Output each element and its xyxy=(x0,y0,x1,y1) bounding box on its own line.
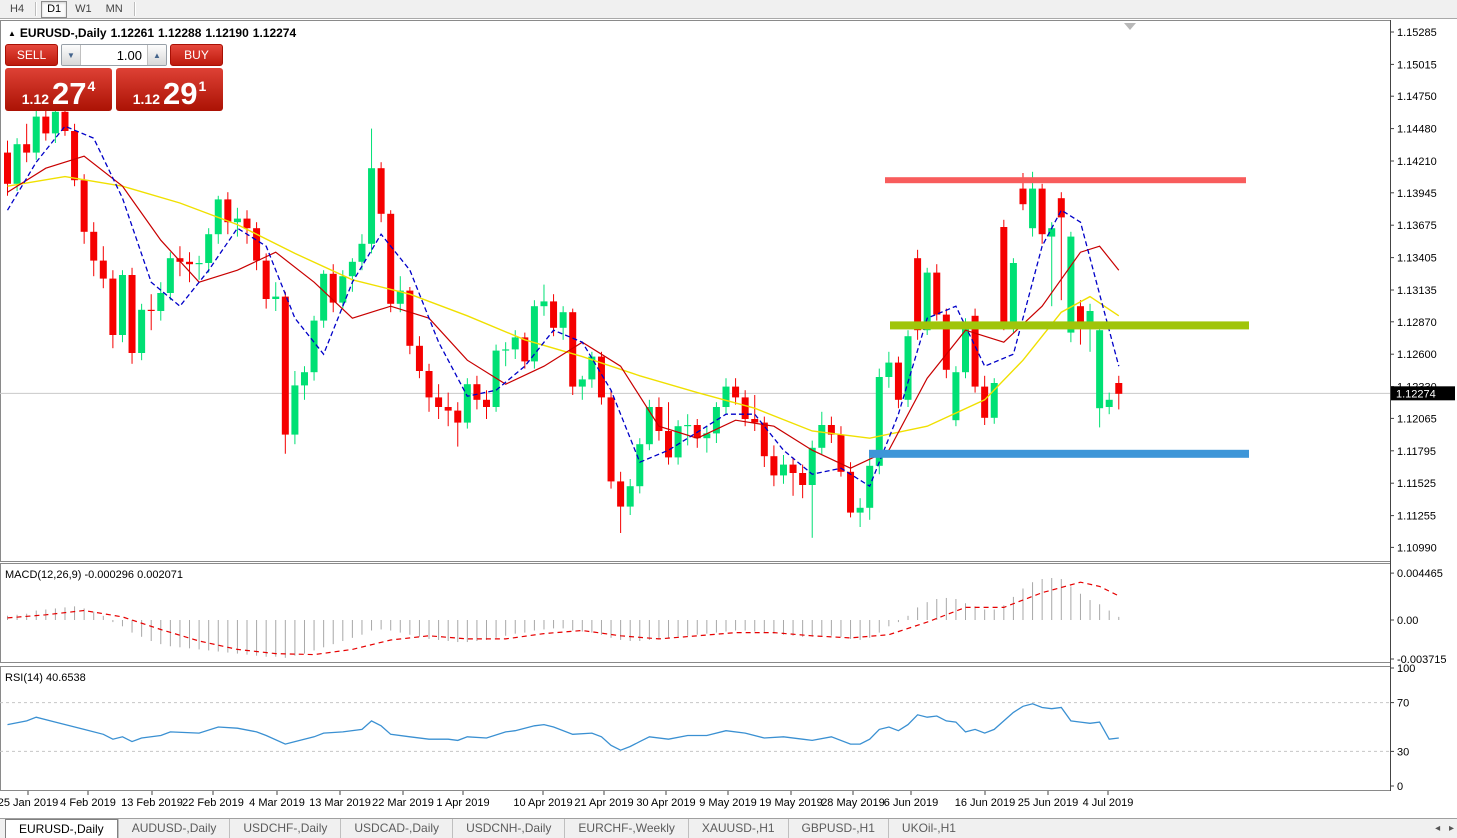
rsi-pane xyxy=(0,668,1394,786)
date-axis-label: 19 May 2019 xyxy=(759,797,823,809)
ohlc-close: 1.12274 xyxy=(253,26,296,40)
tab-xauusd-h1[interactable]: XAUUSD-,H1 xyxy=(688,819,788,838)
resistance-line[interactable] xyxy=(885,177,1246,183)
tab-scroll-right-icon[interactable]: ▸ xyxy=(1449,823,1454,834)
sell-price-pip: 4 xyxy=(87,78,95,94)
current-price-badge-text: 1.12274 xyxy=(1396,388,1436,400)
rsi-axis-label: 70 xyxy=(1397,698,1409,710)
price-axis-label: 1.15285 xyxy=(1397,27,1437,39)
timeframe-mn-button[interactable]: MN xyxy=(100,1,129,18)
price-axis-label: 1.13675 xyxy=(1397,220,1437,232)
tab-usdchf-daily[interactable]: USDCHF-,Daily xyxy=(229,819,340,838)
collapse-panel-icon[interactable]: ▲ xyxy=(8,29,16,38)
price-axis-label: 1.11795 xyxy=(1397,446,1436,458)
macd-signal-line xyxy=(8,582,1119,654)
sell-price-box[interactable]: 1.12 27 4 xyxy=(5,68,112,111)
tab-gbpusd-h1[interactable]: GBPUSD-,H1 xyxy=(788,819,888,838)
rsi-line xyxy=(8,704,1119,750)
date-axis-label: 25 Jun 2019 xyxy=(1018,797,1079,809)
macd-axis-label: 0.00 xyxy=(1397,615,1418,627)
buy-button[interactable]: BUY xyxy=(170,44,223,66)
date-axis-label: 1 Apr 2019 xyxy=(436,797,489,809)
volume-decrease-icon[interactable]: ▼ xyxy=(62,45,81,65)
price-axis-label: 1.11525 xyxy=(1397,478,1436,490)
price-axis-label: 1.10990 xyxy=(1397,542,1437,554)
rsi-axis-label: 0 xyxy=(1397,781,1403,793)
date-axis-label: 13 Feb 2019 xyxy=(121,797,183,809)
tab-audusd-daily[interactable]: AUDUSD-,Daily xyxy=(118,819,230,838)
rsi-axis-label: 30 xyxy=(1397,746,1409,758)
date-axis-label: 4 Jul 2019 xyxy=(1083,797,1134,809)
support-line[interactable] xyxy=(869,450,1249,458)
price-axis-label: 1.12065 xyxy=(1397,413,1437,425)
chart-shift-marker-icon[interactable] xyxy=(1124,23,1136,30)
chart-title: ▲ EURUSD-,Daily 1.12261 1.12288 1.12190 1.122… xyxy=(8,26,300,40)
sell-price-main: 27 xyxy=(52,81,86,107)
symbol-period-label: EURUSD-,Daily xyxy=(20,26,107,40)
date-axis-label: 30 Apr 2019 xyxy=(636,797,695,809)
price-axis-label: 1.15015 xyxy=(1397,59,1437,71)
date-axis-label: 4 Feb 2019 xyxy=(60,797,116,809)
toolbar-separator xyxy=(134,2,135,16)
toolbar-separator xyxy=(35,2,36,16)
macd-pane xyxy=(8,573,1395,659)
date-axis-label: 22 Mar 2019 xyxy=(372,797,434,809)
timeframe-w1-button[interactable]: W1 xyxy=(69,1,98,18)
price-axis-label: 1.14750 xyxy=(1397,91,1437,103)
ohlc-high: 1.12288 xyxy=(158,26,201,40)
tab-usdcad-daily[interactable]: USDCAD-,Daily xyxy=(340,819,452,838)
date-axis-label: 28 May 2019 xyxy=(821,797,885,809)
volume-input[interactable] xyxy=(81,45,147,65)
one-click-trade-panel: SELL ▼ ▲ BUY 1.12 27 4 1.12 29 1 xyxy=(5,44,223,111)
date-axis-label: 25 Jan 2019 xyxy=(0,797,58,809)
buy-price-box[interactable]: 1.12 29 1 xyxy=(116,68,223,111)
sell-button[interactable]: SELL xyxy=(5,44,58,66)
price-axis-label: 1.13405 xyxy=(1397,253,1437,265)
price-axis-label: 1.11255 xyxy=(1397,511,1436,523)
tab-usdcnh-daily[interactable]: USDCNH-,Daily xyxy=(452,819,564,838)
volume-stepper: ▼ ▲ xyxy=(61,44,167,66)
buy-price-prefix: 1.12 xyxy=(133,91,160,107)
date-axis-label: 16 Jun 2019 xyxy=(955,797,1016,809)
date-axis-label: 10 Apr 2019 xyxy=(513,797,572,809)
price-axis-label: 1.14210 xyxy=(1397,156,1437,168)
rsi-label: RSI(14) 40.6538 xyxy=(5,672,86,684)
sell-price-prefix: 1.12 xyxy=(22,91,49,107)
neckline[interactable] xyxy=(890,321,1249,329)
price-axis-label: 1.12600 xyxy=(1397,349,1437,361)
timeframe-d1-button[interactable]: D1 xyxy=(41,1,67,18)
price-axis-label: 1.14480 xyxy=(1397,124,1437,136)
timeframe-h4-button[interactable]: H4 xyxy=(4,1,30,18)
buy-price-main: 29 xyxy=(163,81,197,107)
macd-axis-label: 0.004465 xyxy=(1397,568,1443,580)
tab-eurusd-daily[interactable]: EURUSD-,Daily xyxy=(5,819,118,838)
price-axis-label: 1.12870 xyxy=(1397,317,1437,329)
rsi-axis-label: 100 xyxy=(1397,663,1415,675)
date-axis-label: 21 Apr 2019 xyxy=(574,797,633,809)
date-axis-label: 22 Feb 2019 xyxy=(182,797,244,809)
date-axis-label: 4 Mar 2019 xyxy=(249,797,305,809)
macd-label: MACD(12,26,9) -0.000296 0.002071 xyxy=(5,569,183,581)
candles xyxy=(4,102,1122,538)
buy-price-pip: 1 xyxy=(198,78,206,94)
chart-tab-bar: EURUSD-,DailyAUDUSD-,DailyUSDCHF-,DailyU… xyxy=(0,818,1457,838)
date-axis-label: 9 May 2019 xyxy=(699,797,756,809)
tab-scroll-left-icon[interactable]: ◂ xyxy=(1435,823,1440,834)
rsi-pane-border xyxy=(1,667,1391,791)
ohlc-low: 1.12190 xyxy=(205,26,248,40)
price-chart-canvas[interactable]: 1.15285 1.15015 1.14750 1.14480 1.14210 1.139… xyxy=(0,20,1457,818)
time-axis[interactable] xyxy=(28,791,1108,795)
tab-eurchf-weekly[interactable]: EURCHF-,Weekly xyxy=(564,819,687,838)
volume-increase-icon[interactable]: ▲ xyxy=(147,45,166,65)
price-axis-label: 1.13945 xyxy=(1397,188,1437,200)
date-axis-label: 13 Mar 2019 xyxy=(309,797,371,809)
tab-ukoil-h1[interactable]: UKOil-,H1 xyxy=(888,819,969,838)
tab-scroll-controls: ◂ ▸ xyxy=(1429,823,1454,834)
ohlc-open: 1.12261 xyxy=(111,26,154,40)
date-axis-label: 6 Jun 2019 xyxy=(884,797,938,809)
price-axis-label: 1.13135 xyxy=(1397,285,1437,297)
timeframe-toolbar: H4 D1W1MN xyxy=(0,0,1457,19)
